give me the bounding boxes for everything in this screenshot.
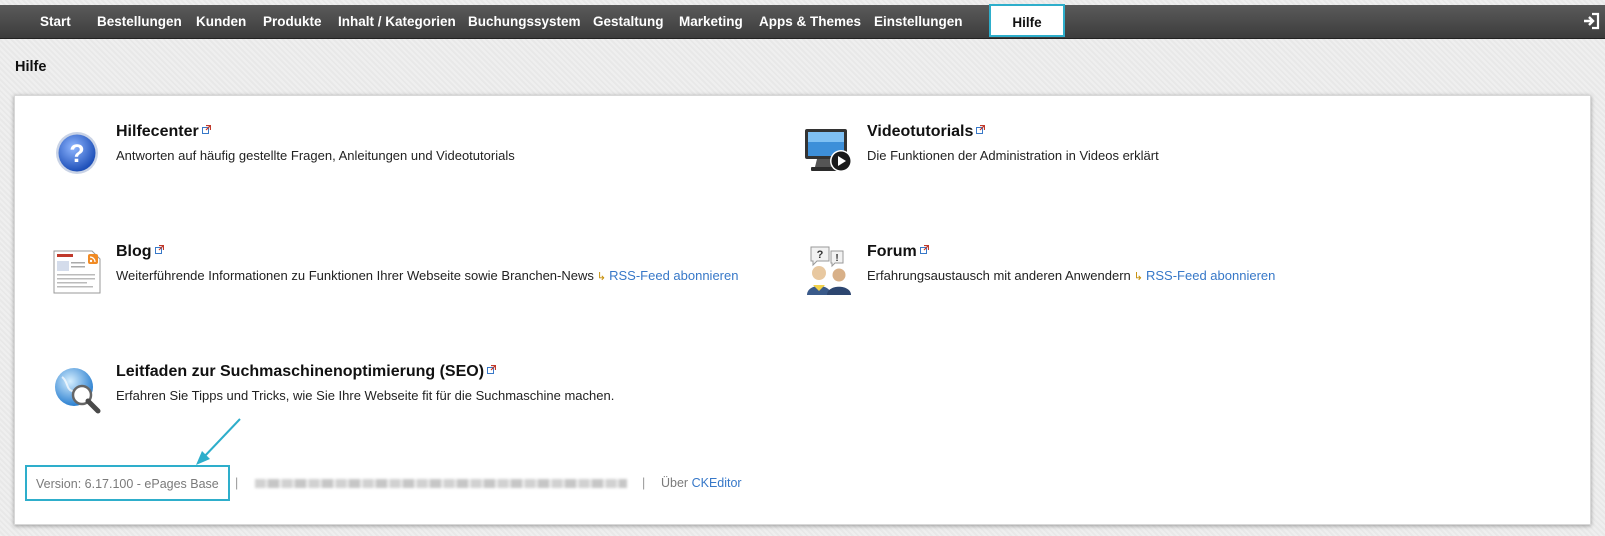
hilfecenter-link[interactable]: Hilfecenter xyxy=(116,123,211,141)
external-link-icon xyxy=(976,125,986,134)
nav-inhalt-kategorien[interactable]: Inhalt / Kategorien xyxy=(338,5,456,38)
blog-description: Weiterführende Informationen zu Funktion… xyxy=(116,268,739,283)
footer-separator: | xyxy=(235,476,239,490)
logout-icon[interactable] xyxy=(1582,12,1600,30)
videotutorials-description: Die Funktionen der Administration in Vid… xyxy=(867,148,1159,163)
nav-einstellungen[interactable]: Einstellungen xyxy=(874,5,963,38)
videotutorials-link[interactable]: Videotutorials xyxy=(867,123,986,141)
nav-bestellungen[interactable]: Bestellungen xyxy=(97,5,182,38)
svg-text:?: ? xyxy=(817,249,824,261)
about-text: Über CKEditor xyxy=(661,476,742,490)
forum-description: Erfahrungsaustausch mit anderen Anwender… xyxy=(867,268,1276,283)
main-navigation: Start Bestellungen Kunden Produkte Inhal… xyxy=(0,4,1605,39)
nav-apps-themes[interactable]: Apps & Themes xyxy=(759,5,861,38)
external-link-icon xyxy=(201,125,211,134)
annotation-arrow-icon xyxy=(196,418,241,465)
forum-link[interactable]: Forum xyxy=(867,243,929,261)
nav-marketing[interactable]: Marketing xyxy=(679,5,743,38)
version-info: Version: 6.17.100 - ePages Base xyxy=(25,465,230,501)
forum-rss-link[interactable]: RSS-Feed abonnieren xyxy=(1146,268,1275,283)
blog-link[interactable]: Blog xyxy=(116,243,164,261)
globe-search-icon xyxy=(55,368,101,414)
nav-kunden[interactable]: Kunden xyxy=(196,5,246,38)
external-link-icon xyxy=(487,365,497,374)
ckeditor-link[interactable]: CKEditor xyxy=(692,476,742,490)
footer-separator: | xyxy=(642,476,646,490)
external-link-icon xyxy=(919,245,929,254)
forum-users-icon: ? ! xyxy=(807,246,851,295)
nav-hilfe-active[interactable]: Hilfe xyxy=(989,4,1065,37)
rss-arrow-icon: ↳ xyxy=(596,271,607,283)
svg-text:?: ? xyxy=(69,140,84,168)
blog-document-icon xyxy=(53,250,101,294)
video-monitor-icon xyxy=(805,129,852,172)
seo-link[interactable]: Leitfaden zur Suchmaschinenoptimierung (… xyxy=(116,363,497,381)
blog-rss-link[interactable]: RSS-Feed abonnieren xyxy=(609,268,738,283)
hilfecenter-description: Antworten auf häufig gestellte Fragen, A… xyxy=(116,148,515,163)
help-panel: ? Hilfecenter Antworten auf häufig geste… xyxy=(14,95,1591,525)
blurred-license-text xyxy=(255,479,627,488)
help-question-icon: ? xyxy=(56,132,98,174)
nav-gestaltung[interactable]: Gestaltung xyxy=(593,5,664,38)
svg-text:!: ! xyxy=(835,253,838,264)
page-title: Hilfe xyxy=(15,59,47,75)
nav-start[interactable]: Start xyxy=(40,5,71,38)
rss-arrow-icon: ↳ xyxy=(1133,271,1143,283)
external-link-icon xyxy=(154,245,164,254)
seo-description: Erfahren Sie Tipps und Tricks, wie Sie I… xyxy=(116,388,615,403)
nav-produkte[interactable]: Produkte xyxy=(263,5,322,38)
nav-buchungssystem[interactable]: Buchungssystem xyxy=(468,5,581,38)
